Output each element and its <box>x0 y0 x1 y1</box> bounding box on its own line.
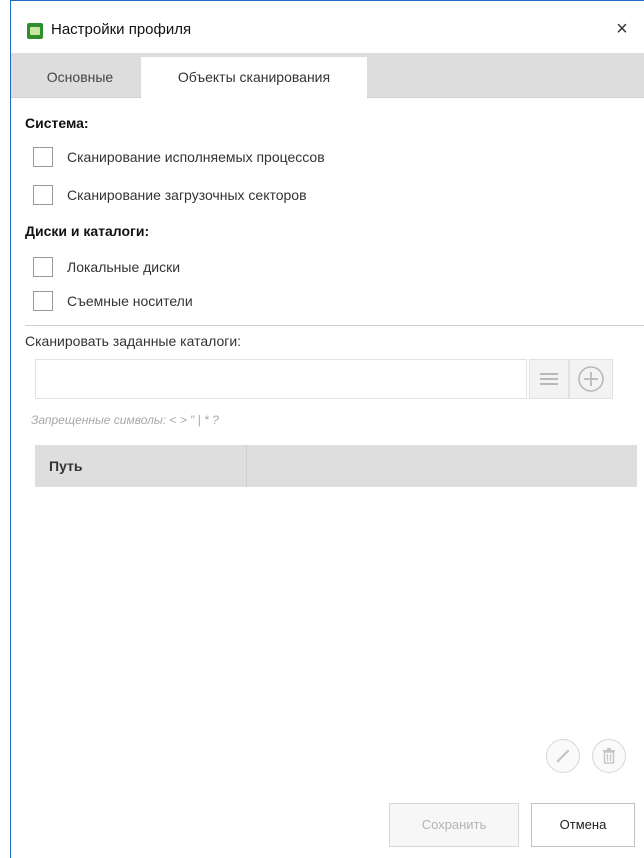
forbidden-chars-hint: Запрещенные символы: < > " | * ? <box>31 413 219 427</box>
checkbox-row-local-disks[interactable]: Локальные диски <box>33 255 180 279</box>
checkbox-label: Локальные диски <box>67 259 181 275</box>
plus-circle-icon <box>578 366 604 392</box>
scan-directories-label: Сканировать заданные каталоги: <box>25 333 242 349</box>
browse-list-button[interactable] <box>529 359 569 399</box>
delete-directory-button[interactable] <box>592 739 626 773</box>
checkbox-row-processes[interactable]: Сканирование исполняемых процессов <box>33 145 325 169</box>
tab-scan-objects[interactable]: Объекты сканирования <box>141 57 367 98</box>
directories-table-header: Путь <box>35 445 637 487</box>
checkbox-local-disks[interactable] <box>33 257 53 277</box>
checkbox-label: Сканирование исполняемых процессов <box>67 149 325 165</box>
checkbox-row-boot-sectors[interactable]: Сканирование загрузочных секторов <box>33 183 307 207</box>
checkbox-label: Сканирование загрузочных секторов <box>67 187 307 203</box>
edit-directory-button[interactable] <box>546 739 580 773</box>
close-button[interactable]: × <box>608 15 636 43</box>
system-section-title: Система: <box>25 115 89 131</box>
save-button[interactable]: Сохранить <box>389 803 519 847</box>
section-divider <box>25 325 644 326</box>
checkbox-scan-boot-sectors[interactable] <box>33 185 53 205</box>
column-header-empty <box>247 445 637 487</box>
add-directory-button[interactable] <box>569 359 613 399</box>
directory-path-input[interactable] <box>35 359 527 399</box>
settings-dialog: Настройки профиля × Основные Объекты ска… <box>10 0 644 858</box>
directories-table-body[interactable] <box>35 487 637 733</box>
checkbox-label: Съемные носители <box>67 293 193 309</box>
title-bar: Настройки профиля × <box>11 1 644 53</box>
checkbox-removable-media[interactable] <box>33 291 53 311</box>
window-title: Настройки профиля <box>51 21 192 38</box>
tab-general[interactable]: Основные <box>25 57 135 97</box>
column-header-path[interactable]: Путь <box>35 445 247 487</box>
cancel-button[interactable]: Отмена <box>531 803 635 847</box>
tab-bar: Основные Объекты сканирования <box>11 53 644 98</box>
pencil-icon <box>556 749 570 763</box>
trash-icon <box>603 748 615 764</box>
checkbox-scan-processes[interactable] <box>33 147 53 167</box>
app-logo-icon <box>27 23 43 39</box>
disks-section-title: Диски и каталоги: <box>25 223 150 239</box>
list-icon <box>540 373 558 385</box>
checkbox-row-removable[interactable]: Съемные носители <box>33 289 193 313</box>
